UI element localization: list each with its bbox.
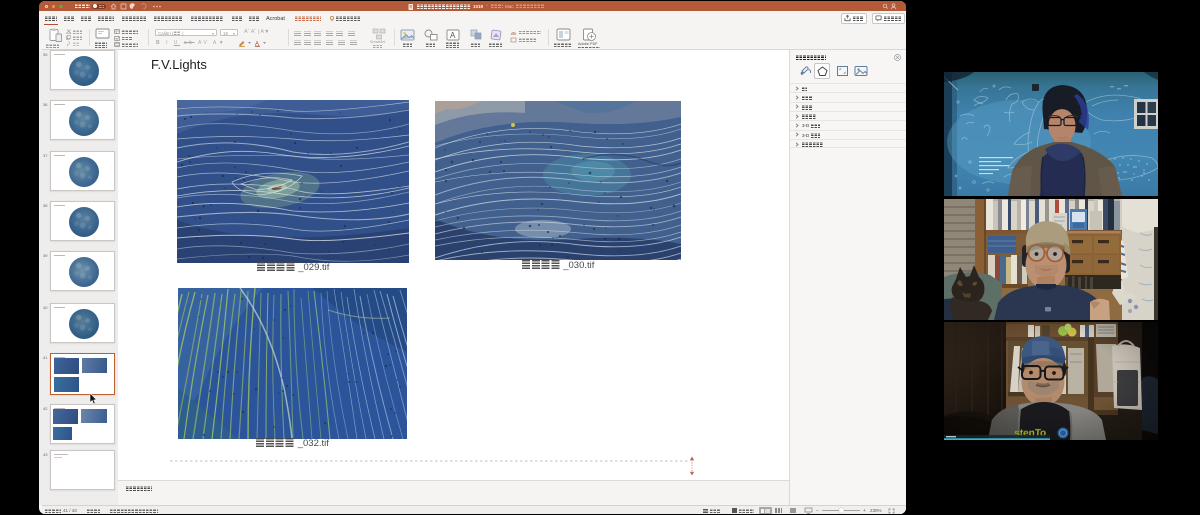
svg-text:A: A — [450, 31, 456, 40]
